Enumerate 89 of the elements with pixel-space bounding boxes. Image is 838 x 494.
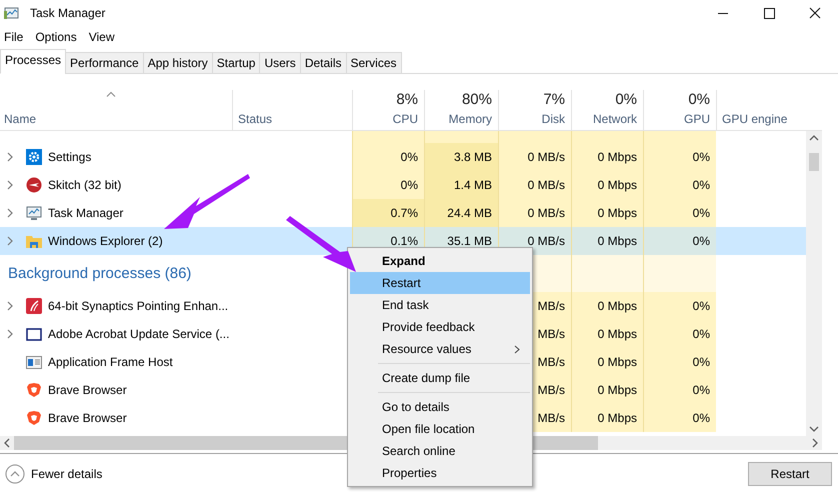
column-header[interactable]: GPU [684,112,710,126]
process-name: Settings [48,150,92,164]
expand-chevron-icon[interactable] [6,180,14,190]
table-cell: 0 MB/s [498,199,571,227]
swoosh-icon [26,298,42,314]
column-total: 7% [543,91,565,108]
column-total: 0% [615,91,637,108]
table-cell: 0% [643,227,716,255]
column-total: 80% [462,91,492,108]
table-cell: 0% [643,292,716,320]
column-total: 0% [688,91,710,108]
table-cell: 0% [643,199,716,227]
table-cell: 0% [643,348,716,376]
process-name: Brave Browser [48,411,127,425]
menu-item[interactable]: View [88,30,114,44]
restart-button[interactable]: Restart [748,462,832,486]
table-cell: 0% [643,171,716,199]
expand-chevron-icon[interactable] [6,236,14,246]
selected-row[interactable]: Windows Explorer (2) 0.1% 35.1 MB 0 MB/s 0 Mbps 0% [0,227,806,255]
tab[interactable]: Details [300,52,346,74]
table-cell: 0 MB/s [498,143,571,171]
process-name: Windows Explorer (2) [48,234,163,248]
table-cell: 24.4 MB [424,199,498,227]
process-name: Brave Browser [48,383,127,397]
gear-icon [26,149,42,165]
table-cell: 0 Mbps [571,199,643,227]
sort-caret-icon[interactable] [106,91,116,97]
process-name: Adobe Acrobat Update Service (... [48,327,230,341]
process-name: 64-bit Synaptics Pointing Enhan... [48,299,228,313]
column-header[interactable]: CPU [392,112,418,126]
fewer-details-link[interactable]: Fewer details [31,467,102,481]
table-cell: 0% [643,376,716,404]
process-name: Application Frame Host [48,355,173,369]
table-cell: 0 Mbps [571,227,643,255]
table-cell: 3.8 MB [424,143,498,171]
table-cell: 0% [643,143,716,171]
scrollbar-thumb[interactable] [809,153,819,171]
table-cell [571,131,643,143]
menu-item[interactable]: Options [35,30,77,44]
column-header[interactable]: Name [4,112,36,126]
table-cell [571,255,643,292]
menu-item[interactable]: Restart [350,272,530,294]
monitor-icon [26,205,42,221]
tab[interactable]: Processes [0,49,66,74]
window-title: Task Manager [30,6,106,20]
tab[interactable]: Startup [212,52,260,74]
expand-chevron-icon[interactable] [6,329,14,339]
tab[interactable]: App history [142,52,213,74]
table-cell: 0% [352,143,424,171]
table-cell: 0% [352,171,424,199]
process-name: Task Manager [48,206,124,220]
table-cell: 1.4 MB [424,171,498,199]
tab[interactable]: Users [259,52,301,74]
lion-shield-icon [26,382,42,398]
lion-shield-icon [26,410,42,426]
expand-chevron-icon[interactable] [6,301,14,311]
menu-item[interactable]: Properties [350,462,530,484]
tab[interactable]: Services [346,52,402,74]
table-cell: 0.7% [352,199,424,227]
table-cell: 0 Mbps [571,404,643,432]
table-cell [352,131,424,143]
table-cell: 0 Mbps [571,171,643,199]
annotation-arrow [286,216,356,272]
table-cell: 0 Mbps [571,143,643,171]
table-cell: 0 Mbps [571,376,643,404]
column-total: 8% [396,91,418,108]
column-header[interactable]: Memory [448,112,492,126]
expand-chevron-icon[interactable] [6,208,14,218]
column-header[interactable]: Status [238,112,272,126]
circle-logo-icon [26,177,42,193]
table-cell: 0 Mbps [571,292,643,320]
table-cell: 0 Mbps [571,320,643,348]
column-header[interactable]: Network [592,112,637,126]
table-cell: 0% [643,320,716,348]
app-window-icon [26,354,42,370]
menu-item[interactable]: File [4,30,24,44]
menu-item[interactable]: Search online [350,440,530,462]
collapse-icon[interactable] [5,464,25,484]
expand-chevron-icon[interactable] [6,152,14,162]
table-cell: 0% [643,404,716,432]
process-name: Skitch (32 bit) [48,178,122,192]
window-frame-icon [26,326,42,342]
group-heading: Background processes (86) [8,265,192,282]
table-cell: 0 Mbps [571,348,643,376]
folder-icon [26,233,42,249]
tab[interactable]: Performance [65,52,144,74]
column-header[interactable]: GPU engine [722,112,788,126]
table-cell: 0 MB/s [498,171,571,199]
column-header[interactable]: Disk [542,112,565,126]
